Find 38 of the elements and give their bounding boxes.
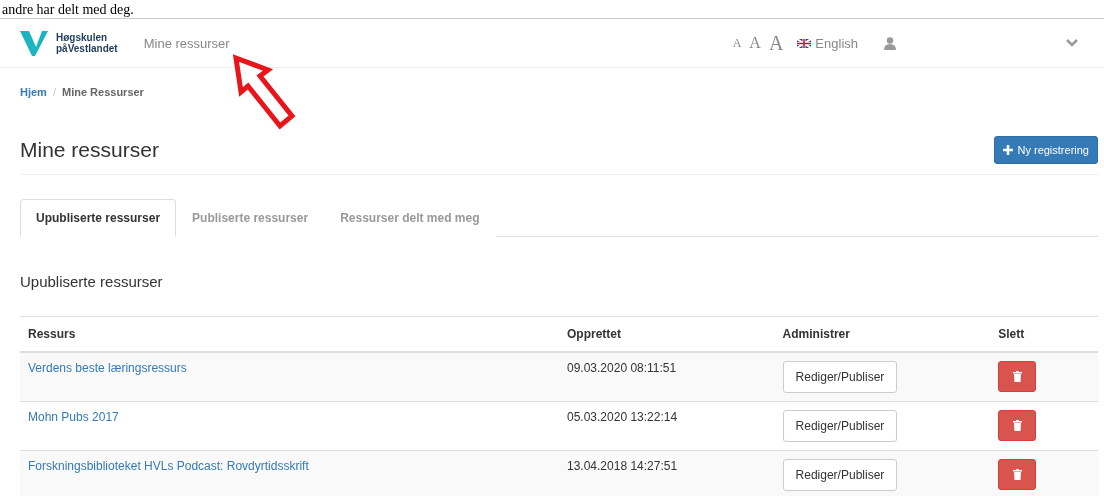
flag-icon <box>797 38 812 48</box>
breadcrumb-current: Mine Ressurser <box>61 86 144 100</box>
user-icon[interactable] <box>884 36 896 50</box>
edit-publish-button[interactable]: Rediger/Publiser <box>782 459 898 491</box>
trash-icon <box>1012 469 1022 480</box>
logo-icon <box>20 29 48 57</box>
column-header: Administrer <box>774 316 991 352</box>
edit-publish-button[interactable]: Rediger/Publiser <box>782 410 898 442</box>
font-size-link[interactable]: A <box>768 31 784 55</box>
tab[interactable]: Upubliserte ressurser <box>20 199 177 237</box>
document-text: andre har delt med deg. <box>1 2 134 18</box>
font-size-link[interactable]: A <box>749 34 761 52</box>
section-title: Upubliserte ressurser <box>20 273 164 290</box>
new-registration-button[interactable]: Ny registrering <box>994 136 1098 164</box>
page-title: Mine ressurser <box>20 138 159 162</box>
resource-link[interactable]: Verdens beste læringsressurs <box>28 361 187 375</box>
nav-title[interactable]: Mine ressurser <box>143 35 230 51</box>
resource-link[interactable]: Mohn Pubs 2017 <box>28 410 119 424</box>
edit-publish-button[interactable]: Rediger/Publiser <box>782 361 898 393</box>
trash-icon <box>1012 420 1022 431</box>
breadcrumb-link[interactable]: Hjem <box>20 86 47 110</box>
trash-icon <box>1012 371 1022 382</box>
delete-button[interactable] <box>998 410 1037 441</box>
created-date: 09.03.2020 08:11:51 <box>567 361 677 375</box>
created-date: 13.04.2018 14:27:51 <box>567 459 678 473</box>
logo-text: Høgskulen påVestlandet <box>56 32 118 54</box>
chevron-down-icon[interactable] <box>1066 39 1078 47</box>
delete-button[interactable] <box>998 459 1037 490</box>
breadcrumb-separator: / <box>52 86 56 100</box>
resource-link[interactable]: Forskningsbiblioteket HVLs Podcast: Rovdyrtidsskrift <box>28 459 309 473</box>
column-header: Slett <box>990 316 1098 352</box>
plus-icon <box>1003 145 1014 155</box>
language-link[interactable]: English <box>797 35 858 51</box>
column-header: Ressurs <box>20 316 559 352</box>
delete-button[interactable] <box>998 361 1037 392</box>
created-date: 05.03.2020 13:22:14 <box>567 410 678 424</box>
column-header: Opprettet <box>559 316 775 352</box>
font-size-link[interactable]: A <box>732 35 742 51</box>
